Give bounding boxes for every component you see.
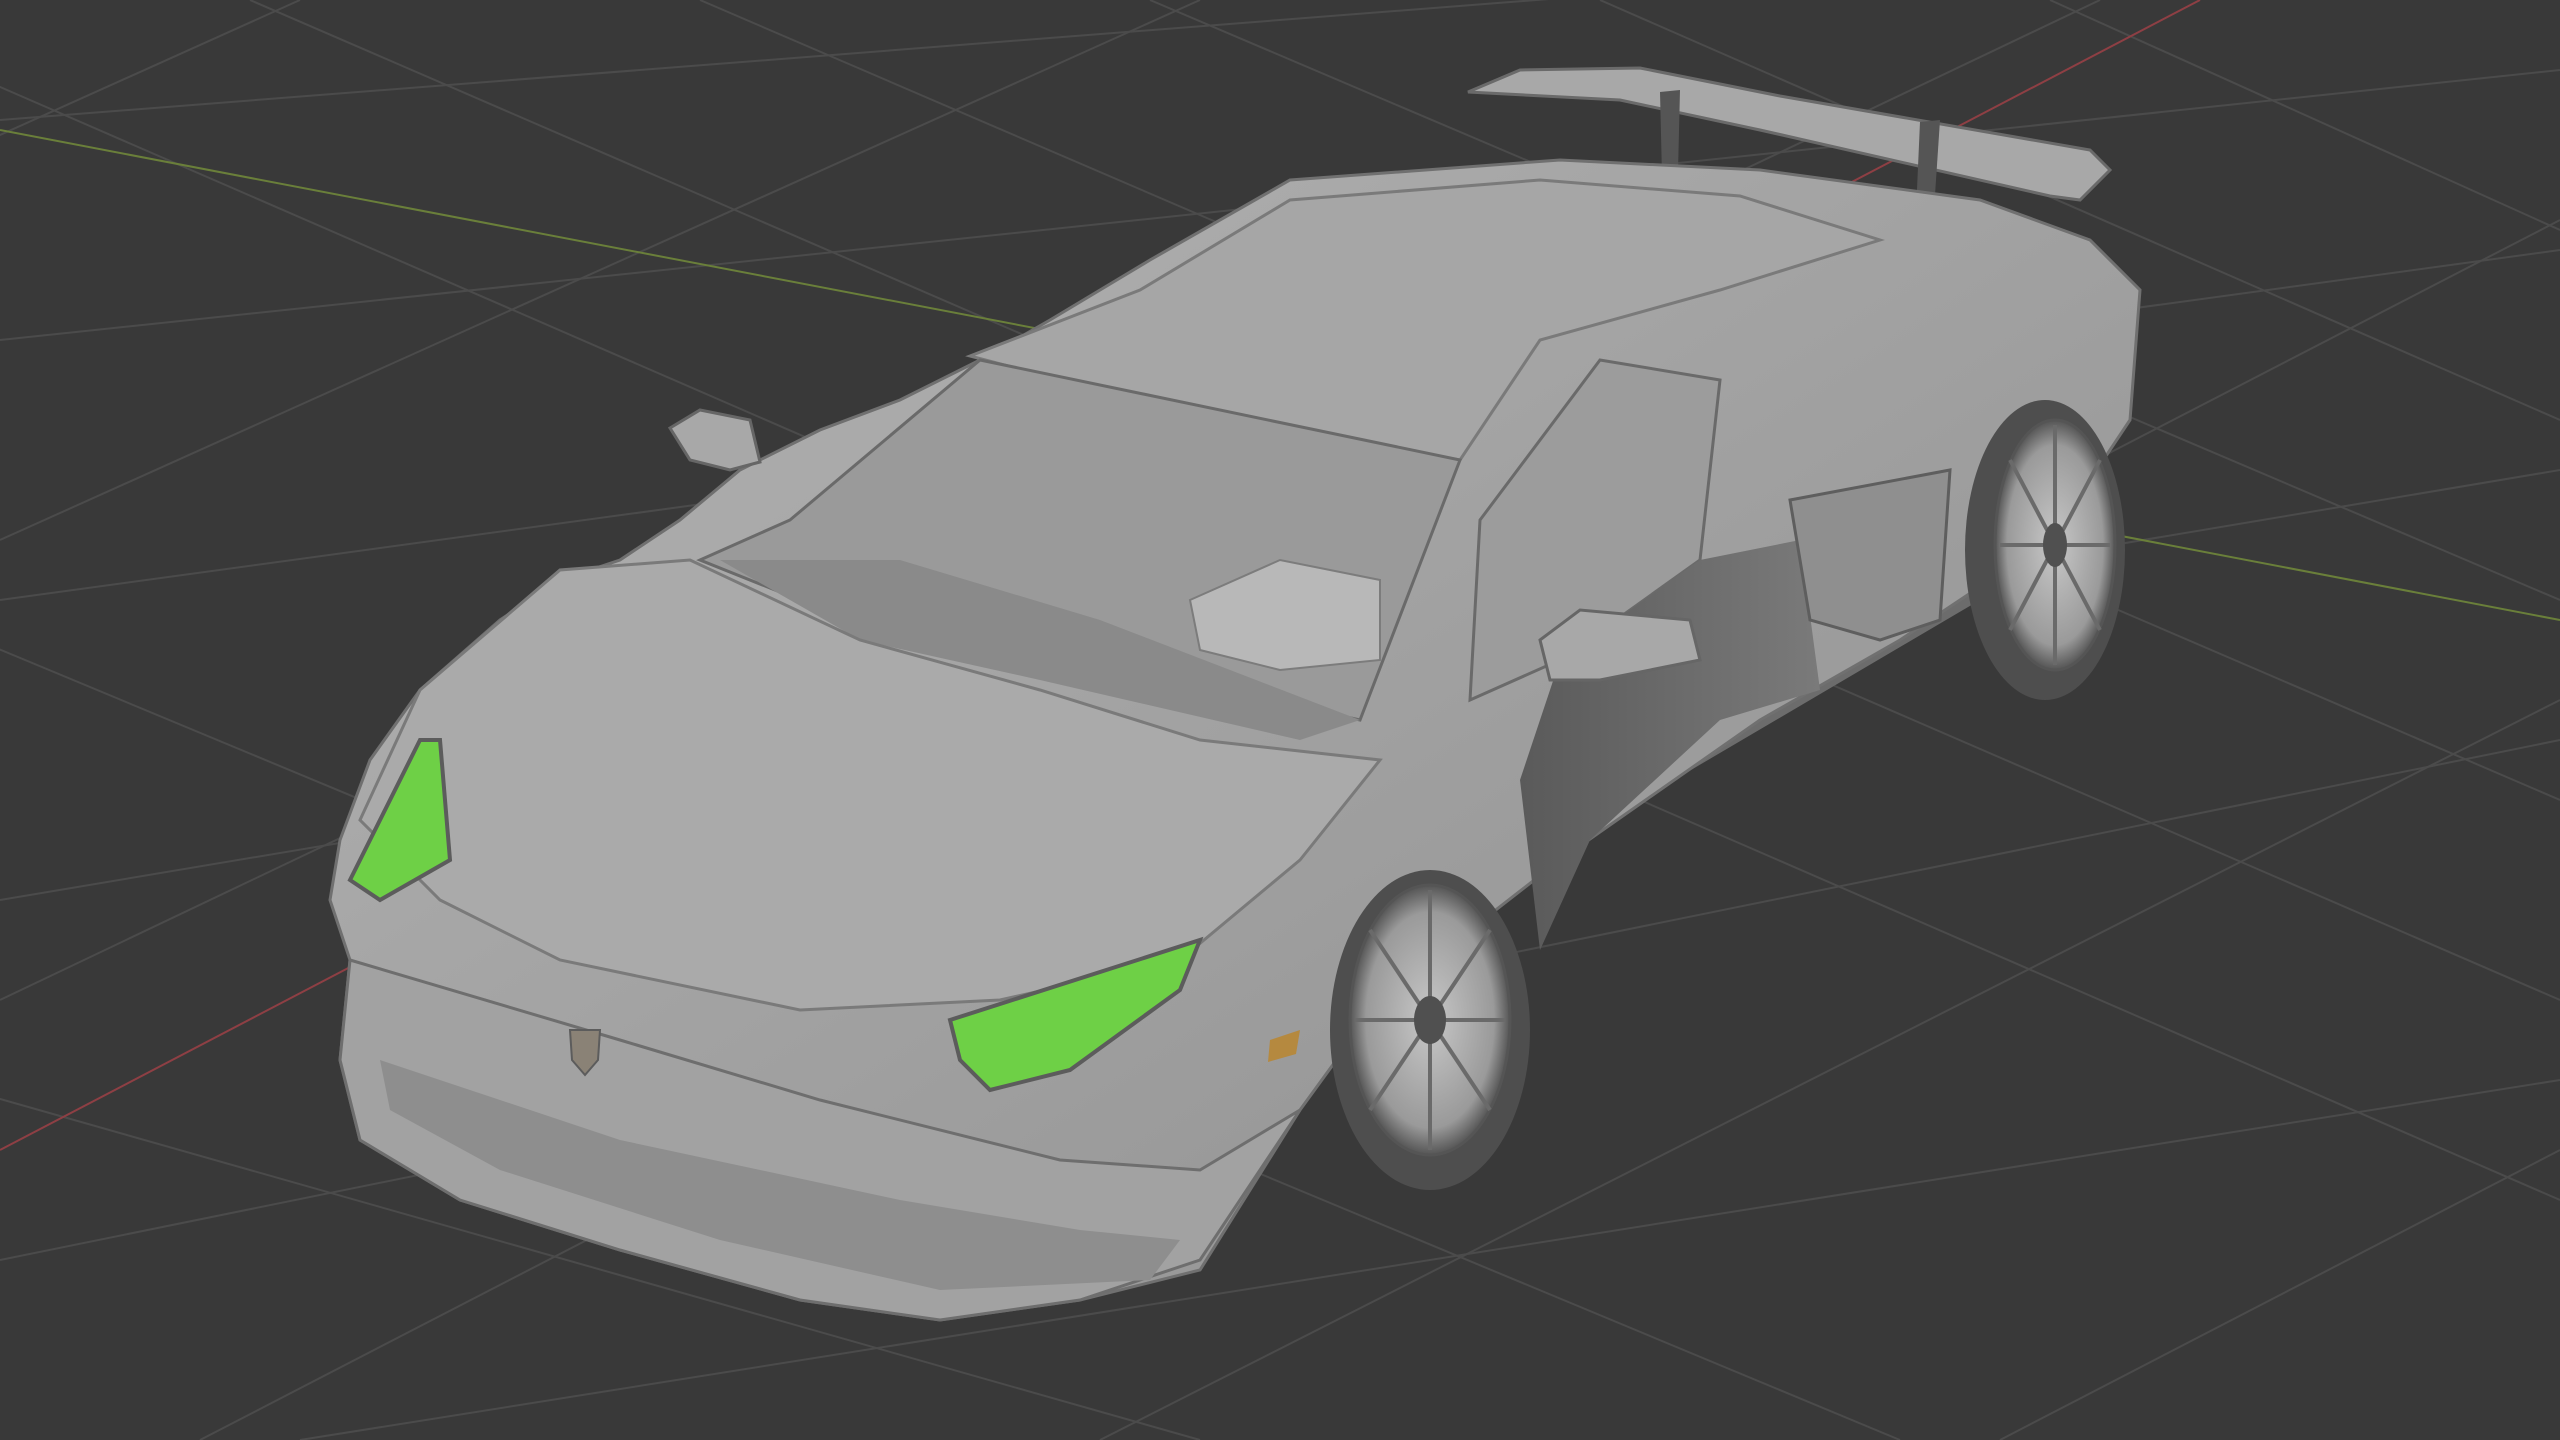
- 3d-viewport[interactable]: [0, 0, 2560, 1440]
- viewport-canvas[interactable]: [0, 0, 2560, 1440]
- mirror-left: [667, 408, 762, 472]
- rear-wheel: [1965, 400, 2125, 700]
- car-model[interactable]: [328, 66, 2142, 1322]
- front-wheel: [1330, 870, 1530, 1190]
- side-intake: [1788, 468, 1952, 642]
- spoiler-strut-left: [1660, 90, 1680, 176]
